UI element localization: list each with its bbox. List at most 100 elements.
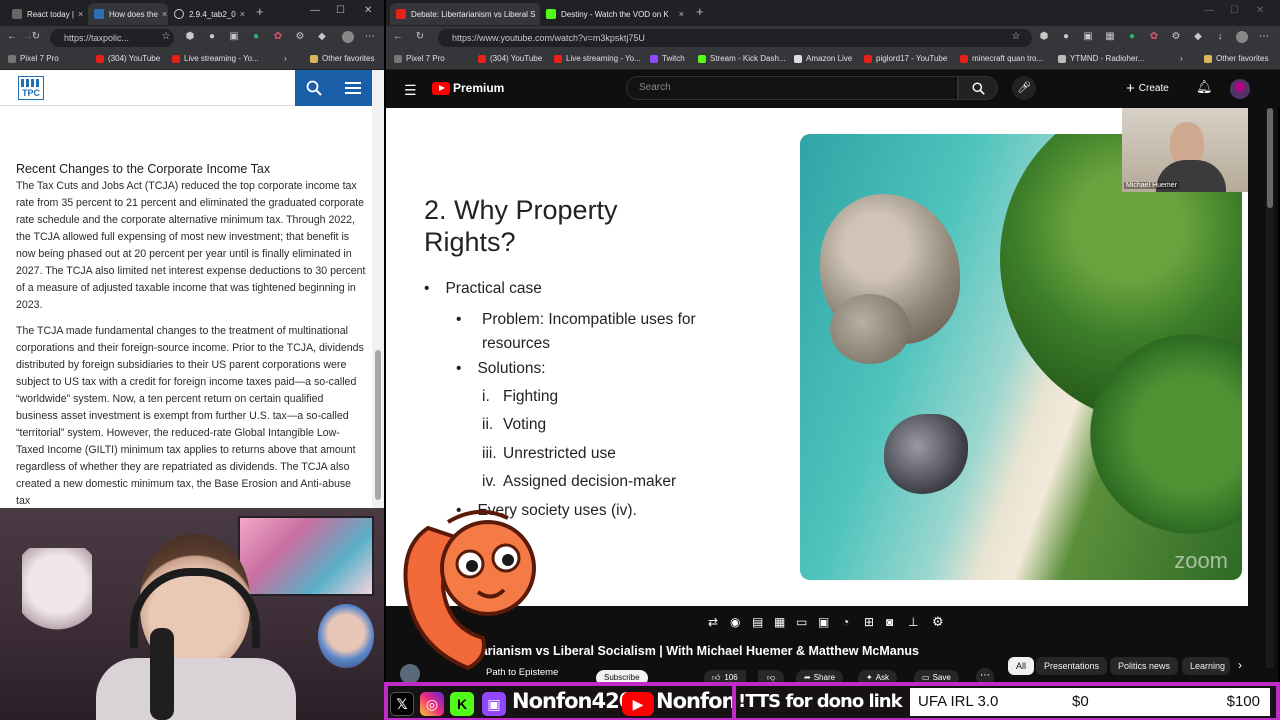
- bookmark-amazon-live[interactable]: Amazon Live: [794, 54, 852, 63]
- tab-2-9-4[interactable]: 2.9.4_tab2_0 ×: [168, 3, 250, 25]
- account-avatar[interactable]: [1230, 79, 1250, 99]
- bookmark-live-streaming[interactable]: Live streaming - Yo...: [172, 54, 259, 63]
- profile-avatar-icon[interactable]: [1236, 31, 1248, 43]
- bookmark-pixel-7-pro[interactable]: Pixel 7 Pro: [394, 54, 445, 63]
- more-menu-icon[interactable]: ⋯: [1258, 31, 1270, 43]
- pin-icon[interactable]: ⊥: [908, 615, 918, 629]
- extension-icon[interactable]: ●: [1060, 31, 1072, 43]
- miniplayer-icon[interactable]: ▣: [818, 615, 829, 629]
- audio-icon[interactable]: ◉: [730, 615, 740, 629]
- tab-debate[interactable]: Debate: Libertarianism vs Liberal S ×: [390, 3, 540, 25]
- new-tab-button[interactable]: +: [256, 4, 264, 19]
- goal-label: UFA IRL 3.0: [918, 693, 999, 710]
- address-bar[interactable]: https://taxpolic...: [50, 29, 174, 47]
- extension-icon[interactable]: ●: [1126, 31, 1138, 43]
- menu-button[interactable]: [333, 70, 372, 106]
- extension-icon[interactable]: ▣: [1082, 31, 1094, 43]
- settings-gear-icon[interactable]: ⚙: [932, 614, 944, 630]
- notifications-bell-icon[interactable]: 🔔︎: [1196, 79, 1213, 95]
- chip-politics-news[interactable]: Politics news: [1110, 657, 1179, 675]
- star-icon[interactable]: ☆: [160, 31, 172, 43]
- page-scrollbar[interactable]: [1266, 108, 1274, 668]
- minimize-button[interactable]: —: [310, 5, 320, 16]
- article-paragraph-1: The Tax Cuts and Jobs Act (TCJA) reduced…: [16, 180, 366, 311]
- bookmark-kick-dashboard[interactable]: Stream - Kick Dash...: [698, 54, 786, 63]
- close-window-button[interactable]: ✕: [364, 5, 372, 16]
- slide-sub-bullet-2: • Solutions:: [456, 360, 546, 378]
- back-icon[interactable]: ←: [392, 31, 404, 43]
- bookmark-youtube[interactable]: (304) YouTube: [96, 54, 160, 63]
- download-icon[interactable]: ↓: [1214, 31, 1226, 43]
- bookmark-ytmnd[interactable]: YTMND - Radioher...: [1058, 54, 1144, 63]
- gear-icon[interactable]: ⚙: [294, 31, 306, 43]
- extension-icon[interactable]: ⬢: [1038, 31, 1050, 43]
- scrollbar-thumb[interactable]: [375, 350, 381, 500]
- create-button[interactable]: + Create: [1126, 78, 1169, 98]
- reload-icon[interactable]: ↻: [414, 31, 426, 43]
- clip-icon[interactable]: ⊞: [864, 615, 874, 629]
- minimize-button[interactable]: —: [1204, 5, 1214, 16]
- more-menu-icon[interactable]: ⋯: [364, 31, 376, 43]
- extension-icon[interactable]: ✿: [1148, 31, 1160, 43]
- microphone: [150, 628, 174, 720]
- chips-next-chevron-icon[interactable]: ›: [1238, 658, 1242, 672]
- maximize-button[interactable]: ☐: [336, 5, 345, 16]
- tab-destiny-vod[interactable]: Destiny - Watch the VOD on K ×: [540, 3, 690, 25]
- tab-react-today[interactable]: React today | ×: [6, 3, 88, 25]
- bookmark-pixel-7-pro[interactable]: Pixel 7 Pro: [8, 54, 59, 63]
- page-scrollbar[interactable]: [372, 70, 384, 510]
- search-input[interactable]: Search: [626, 76, 958, 100]
- chapters-icon[interactable]: ▦: [774, 615, 785, 629]
- maximize-button[interactable]: ☐: [1230, 5, 1239, 16]
- loop-icon[interactable]: ⇄: [708, 615, 718, 629]
- close-icon[interactable]: ×: [74, 9, 83, 19]
- speed-gauge-icon[interactable]: ◔: [842, 615, 849, 629]
- reload-icon[interactable]: ↻: [30, 31, 42, 43]
- bookmark-youtube[interactable]: (304) YouTube: [478, 54, 542, 63]
- search-button[interactable]: [958, 76, 998, 100]
- extension-icon[interactable]: ▣: [228, 31, 240, 43]
- extension-icon[interactable]: ●: [250, 31, 262, 43]
- tpc-logo[interactable]: TPC: [18, 76, 44, 100]
- star-icon[interactable]: ☆: [1010, 31, 1022, 43]
- close-icon[interactable]: ×: [236, 9, 245, 19]
- theater-icon[interactable]: ▭: [796, 615, 807, 629]
- profile-avatar-icon[interactable]: [342, 31, 354, 43]
- extension-icon[interactable]: ⬢: [184, 31, 196, 43]
- guide-menu-icon[interactable]: ☰: [404, 82, 417, 99]
- screenshot-icon[interactable]: ◙: [886, 615, 893, 629]
- bookmarks-overflow-chevron-icon[interactable]: ›: [1180, 54, 1183, 63]
- voice-search-button[interactable]: 🎤︎: [1012, 76, 1036, 100]
- bookmark-label: Pixel 7 Pro: [406, 54, 445, 63]
- bookmark-twitch[interactable]: Twitch: [650, 54, 685, 63]
- back-icon[interactable]: ←: [6, 31, 18, 43]
- chip-learning[interactable]: Learning: [1182, 657, 1230, 675]
- chip-presentations[interactable]: Presentations: [1036, 657, 1108, 675]
- new-tab-button[interactable]: +: [696, 4, 704, 19]
- search-button[interactable]: [295, 70, 333, 106]
- bookmark-piglord17[interactable]: piglord17 - YouTube: [864, 54, 947, 63]
- youtube-premium-label: Premium: [453, 81, 505, 95]
- close-window-button[interactable]: ✕: [1256, 5, 1264, 16]
- goal-target: $100: [1226, 693, 1260, 710]
- extension-icon[interactable]: ◆: [316, 31, 328, 43]
- search-icon: [306, 80, 322, 96]
- chip-all[interactable]: All: [1008, 657, 1035, 675]
- close-icon[interactable]: ×: [158, 9, 167, 19]
- extension-icon[interactable]: ●: [206, 31, 218, 43]
- bookmark-live-streaming[interactable]: Live streaming - Yo...: [554, 54, 641, 63]
- other-favorites[interactable]: Other favorites: [1204, 54, 1268, 63]
- youtube-logo[interactable]: Premium: [432, 81, 504, 95]
- extension-icon[interactable]: ◆: [1192, 31, 1204, 43]
- scrollbar-thumb[interactable]: [1267, 108, 1273, 208]
- extension-icon[interactable]: ✿: [272, 31, 284, 43]
- other-favorites[interactable]: Other favorites: [310, 54, 374, 63]
- tab-how-does-the[interactable]: How does the ×: [88, 3, 168, 25]
- bookmark-minecraft[interactable]: minecraft quan tro...: [960, 54, 1043, 63]
- address-bar[interactable]: https://www.youtube.com/watch?v=m3kpsktj…: [438, 29, 1032, 47]
- bookmarks-overflow-chevron-icon[interactable]: ›: [284, 54, 287, 63]
- close-icon[interactable]: ×: [675, 9, 684, 19]
- gear-icon[interactable]: ⚙: [1170, 31, 1182, 43]
- extension-icon[interactable]: ▦: [1104, 31, 1116, 43]
- captions-icon[interactable]: ▤: [752, 615, 763, 629]
